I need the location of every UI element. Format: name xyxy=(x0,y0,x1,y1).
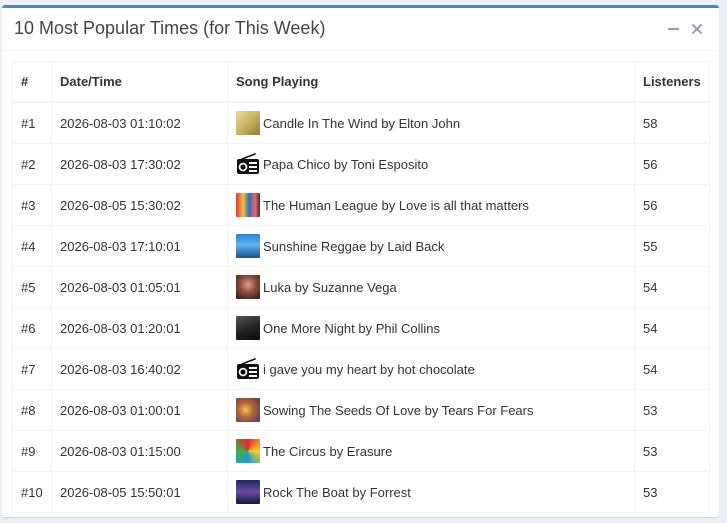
song-title: One More Night by Phil Collins xyxy=(263,320,441,336)
column-header-song: Song Playing xyxy=(227,61,635,103)
table-row: #3 2026-08-05 15:30:02 The Human League … xyxy=(12,184,710,226)
song-cell: Sowing The Seeds Of Love by Tears For Fe… xyxy=(227,389,635,431)
album-art xyxy=(236,111,260,135)
datetime-cell: 2026-08-03 01:05:01 xyxy=(51,266,228,308)
table-row: #10 2026-08-05 15:50:01 Rock The Boat by… xyxy=(12,471,710,513)
table-row: #6 2026-08-03 01:20:01 One More Night by… xyxy=(12,307,710,349)
song-cell: Papa Chico by Toni Esposito xyxy=(227,143,635,185)
panel-title: 10 Most Popular Times (for This Week) xyxy=(14,18,326,38)
listeners-cell: 53 xyxy=(634,389,710,431)
table-row: #4 2026-08-03 17:10:01 Sunshine Reggae b… xyxy=(12,225,710,267)
rank-cell: #7 xyxy=(12,348,52,390)
listeners-cell: 53 xyxy=(634,471,710,513)
song-title: Luka by Suzanne Vega xyxy=(263,279,397,295)
rank-cell: #2 xyxy=(12,143,52,185)
song-title: Candle In The Wind by Elton John xyxy=(263,115,461,131)
listeners-cell: 54 xyxy=(634,348,710,390)
table-row: #7 2026-08-03 16:40:02 i gave you my hea… xyxy=(12,348,710,390)
song-cell: Luka by Suzanne Vega xyxy=(227,266,635,308)
datetime-cell: 2026-08-03 01:15:00 xyxy=(51,430,228,472)
datetime-cell: 2026-08-05 15:50:01 xyxy=(51,471,228,513)
song-title: The Human League by Love is all that mat… xyxy=(263,197,529,213)
song-title: Sunshine Reggae by Laid Back xyxy=(263,238,445,254)
song-cell: The Human League by Love is all that mat… xyxy=(227,184,635,226)
song-cell: Candle In The Wind by Elton John xyxy=(227,101,635,144)
listeners-cell: 54 xyxy=(634,307,710,349)
album-art xyxy=(236,316,260,340)
panel-header: 10 Most Popular Times (for This Week) xyxy=(2,8,717,51)
table-header-row: # Date/Time Song Playing Listeners xyxy=(12,61,710,103)
song-cell: One More Night by Phil Collins xyxy=(227,307,635,349)
rank-cell: #4 xyxy=(12,225,52,267)
listeners-cell: 54 xyxy=(634,266,710,308)
table-row: #8 2026-08-03 01:00:01 Sowing The Seeds … xyxy=(12,389,710,431)
song-title: Rock The Boat by Forrest xyxy=(263,484,411,500)
datetime-cell: 2026-08-03 17:10:01 xyxy=(51,225,228,267)
song-title: Sowing The Seeds Of Love by Tears For Fe… xyxy=(263,402,534,418)
rank-cell: #6 xyxy=(12,307,52,349)
minus-icon[interactable] xyxy=(665,21,681,37)
listeners-cell: 56 xyxy=(634,184,710,226)
album-art xyxy=(236,275,260,299)
table-row: #2 2026-08-03 17:30:02 Papa Chico by Ton… xyxy=(12,143,710,185)
datetime-cell: 2026-08-03 01:00:01 xyxy=(51,389,228,431)
album-art xyxy=(236,480,260,504)
album-art xyxy=(236,193,260,217)
column-header-listeners: Listeners xyxy=(634,61,710,103)
popular-times-panel: 10 Most Popular Times (for This Week) # … xyxy=(2,5,719,517)
datetime-cell: 2026-08-03 16:40:02 xyxy=(51,348,228,390)
rank-cell: #9 xyxy=(12,430,52,472)
datetime-cell: 2026-08-05 15:30:02 xyxy=(51,184,228,226)
listeners-cell: 56 xyxy=(634,143,710,185)
listeners-cell: 55 xyxy=(634,225,710,267)
table-row: #1 2026-08-03 01:10:02 Candle In The Win… xyxy=(12,101,710,144)
close-icon[interactable] xyxy=(689,21,705,37)
song-title: Papa Chico by Toni Esposito xyxy=(263,156,429,172)
table-row: #5 2026-08-03 01:05:01 Luka by Suzanne V… xyxy=(12,266,710,308)
listeners-cell: 58 xyxy=(634,101,710,144)
column-header-datetime: Date/Time xyxy=(51,61,228,103)
rank-cell: #5 xyxy=(12,266,52,308)
song-cell: The Circus by Erasure xyxy=(227,430,635,472)
datetime-cell: 2026-08-03 01:20:01 xyxy=(51,307,228,349)
album-art xyxy=(236,398,260,422)
table-row: #9 2026-08-03 01:15:00 The Circus by Era… xyxy=(12,430,710,472)
datetime-cell: 2026-08-03 01:10:02 xyxy=(51,101,228,144)
listeners-cell: 53 xyxy=(634,430,710,472)
song-title: The Circus by Erasure xyxy=(263,443,393,459)
rank-cell: #10 xyxy=(12,471,52,513)
datetime-cell: 2026-08-03 17:30:02 xyxy=(51,143,228,185)
rank-cell: #8 xyxy=(12,389,52,431)
radio-icon xyxy=(237,358,259,379)
song-cell: Rock The Boat by Forrest xyxy=(227,471,635,513)
column-header-rank: # xyxy=(12,61,52,103)
song-cell: Sunshine Reggae by Laid Back xyxy=(227,225,635,267)
rank-cell: #1 xyxy=(12,101,52,144)
song-cell: i gave you my heart by hot chocolate xyxy=(227,348,635,390)
song-title: i gave you my heart by hot chocolate xyxy=(263,361,475,377)
album-art xyxy=(236,234,260,258)
popular-times-table: # Date/Time Song Playing Listeners #1 20… xyxy=(12,61,710,513)
album-art xyxy=(236,439,260,463)
radio-icon xyxy=(237,153,259,174)
rank-cell: #3 xyxy=(12,184,52,226)
